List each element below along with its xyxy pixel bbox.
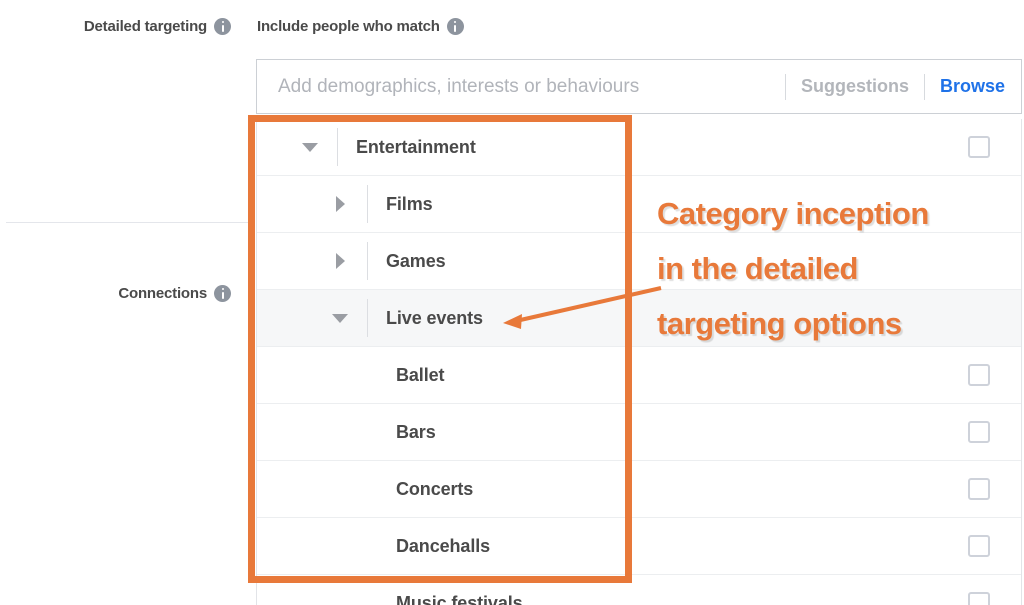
detailed-targeting-panel: Include people who match Suggestions Bro… <box>249 0 1024 605</box>
tree-row-label: Entertainment <box>356 136 476 157</box>
connections-label-text: Connections <box>118 285 207 302</box>
row-checkbox[interactable] <box>968 136 990 158</box>
tree-row-label: Live events <box>386 307 483 328</box>
chevron-right-icon[interactable] <box>323 196 357 212</box>
chevron-down-icon[interactable] <box>293 142 327 152</box>
tree-guide-line <box>367 299 368 337</box>
tree-row-label: Music festivals <box>396 592 523 605</box>
chevron-right-icon[interactable] <box>323 253 357 269</box>
include-header-text: Include people who match <box>257 18 440 35</box>
tree-row-label: Ballet <box>396 364 445 385</box>
tree-row[interactable]: Live events <box>257 290 1021 347</box>
row-checkbox[interactable] <box>968 535 990 557</box>
row-checkbox[interactable] <box>968 592 990 605</box>
tree-row[interactable]: Games <box>257 233 1021 290</box>
divider <box>923 73 925 100</box>
tree-row-label: Bars <box>396 421 436 442</box>
detailed-targeting-search-bar[interactable]: Suggestions Browse <box>256 59 1022 114</box>
suggestions-button[interactable]: Suggestions <box>801 76 909 97</box>
tree-row-label: Concerts <box>396 478 474 499</box>
tree-row-label: Dancehalls <box>396 535 491 556</box>
row-checkbox[interactable] <box>968 421 990 443</box>
tree-row[interactable]: Entertainment <box>257 119 1021 176</box>
row-checkbox[interactable] <box>968 478 990 500</box>
connections-label: Connections <box>118 285 231 302</box>
detailed-targeting-label: Detailed targeting <box>84 18 231 35</box>
tree-row[interactable]: Bars <box>257 404 1021 461</box>
info-icon[interactable] <box>446 18 464 35</box>
info-icon[interactable] <box>214 18 231 35</box>
tree-guide-line <box>367 185 368 223</box>
left-form-column: Detailed targeting Connections <box>0 0 249 605</box>
chevron-down-icon[interactable] <box>323 313 357 323</box>
category-tree-dropdown[interactable]: Entertainment Films Games Live events Ballet… <box>256 119 1022 605</box>
info-icon[interactable] <box>214 285 231 302</box>
divider <box>784 73 786 100</box>
include-people-who-match-header: Include people who match <box>257 18 464 35</box>
tree-row[interactable]: Films <box>257 176 1021 233</box>
tree-row[interactable]: Dancehalls <box>257 518 1021 575</box>
browse-button[interactable]: Browse <box>940 76 1005 97</box>
tree-row[interactable]: Concerts <box>257 461 1021 518</box>
tree-row-label: Games <box>386 250 446 271</box>
section-divider <box>6 222 248 223</box>
tree-row[interactable]: Ballet <box>257 347 1021 404</box>
search-input[interactable] <box>276 74 770 99</box>
row-checkbox[interactable] <box>968 364 990 386</box>
tree-row-label: Films <box>386 193 433 214</box>
detailed-targeting-label-text: Detailed targeting <box>83 18 207 35</box>
tree-guide-line <box>367 242 368 280</box>
tree-row[interactable]: Music festivals <box>257 575 1021 605</box>
tree-guide-line <box>337 128 338 166</box>
